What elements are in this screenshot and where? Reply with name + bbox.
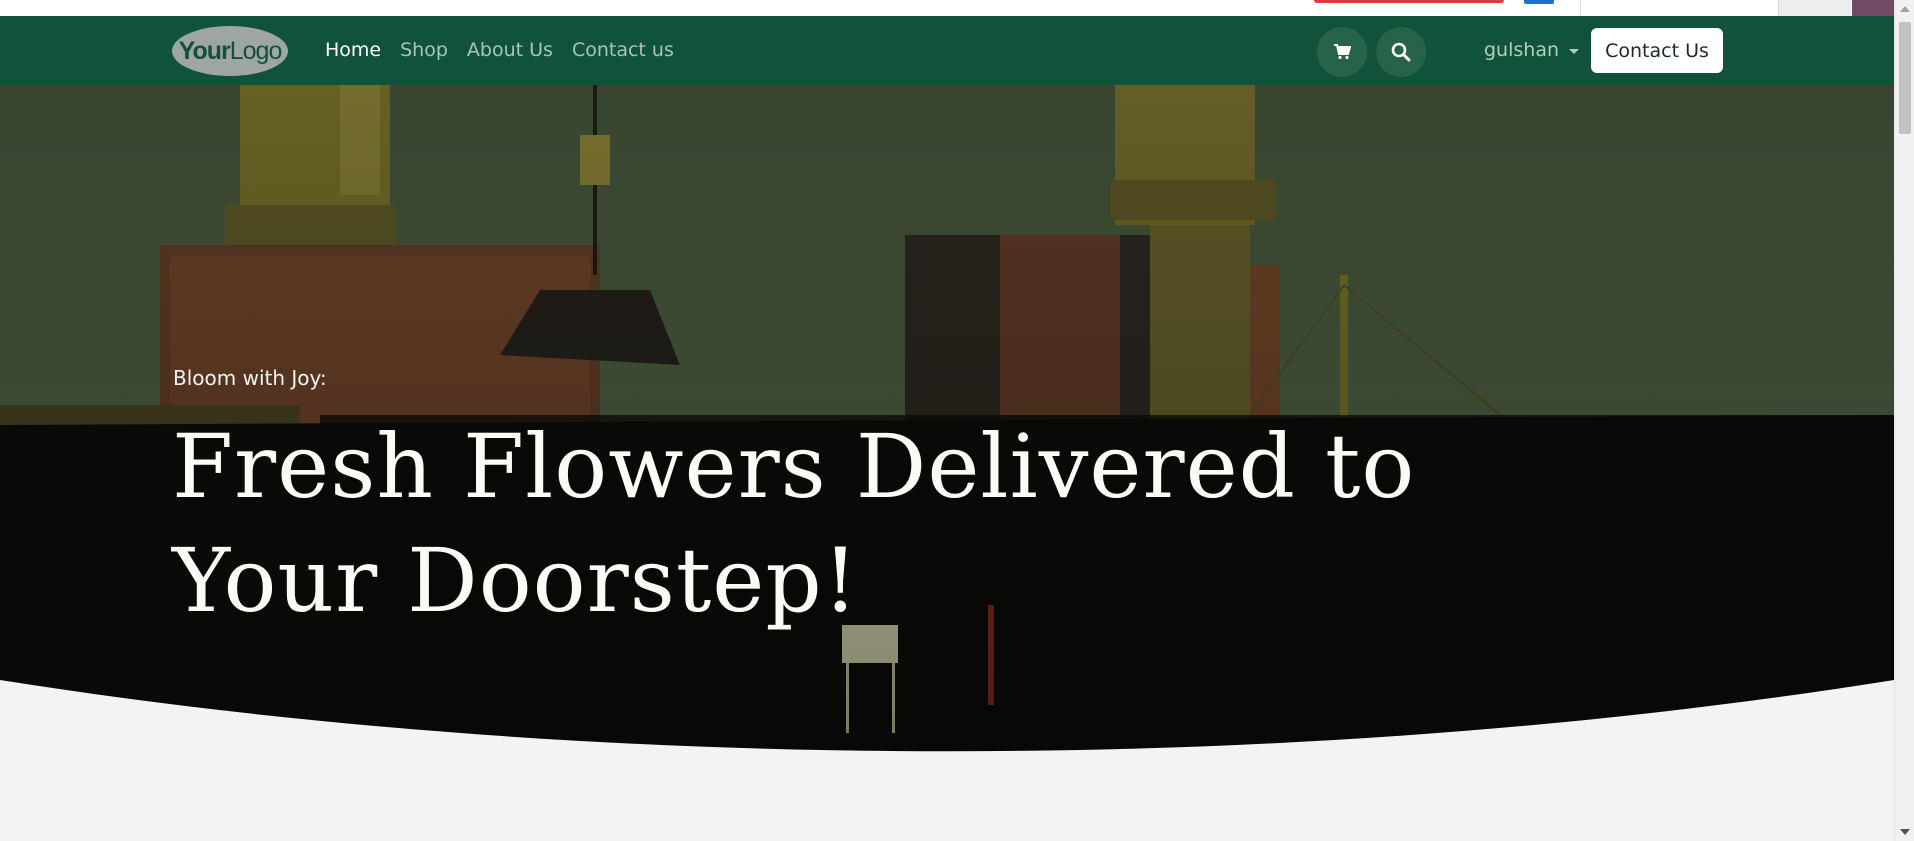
nav-link-contact-us[interactable]: Contact us (572, 38, 674, 62)
scrollbar-thumb[interactable] (1899, 22, 1911, 134)
hero-headline: Fresh Flowers Delivered to Your Doorstep… (172, 415, 1416, 632)
toolbar-blue-tab[interactable] (1524, 0, 1554, 4)
logo-text-light: Logo (229, 36, 283, 65)
logo-text-bold: Your (178, 36, 231, 65)
main-nav: Home Shop About Us Contact us (325, 38, 693, 62)
hero-banner: Bloom with Joy: Fresh Flowers Delivered … (0, 85, 1894, 765)
site-header: Your Logo Home Shop About Us Contact us g… (0, 16, 1894, 85)
cart-icon (1334, 44, 1351, 60)
search-icon (1391, 42, 1411, 62)
scroll-down-arrow-icon[interactable] (1900, 829, 1910, 835)
toolbar-grey-tab[interactable] (1779, 0, 1851, 16)
search-button[interactable] (1376, 27, 1426, 77)
toolbar-divider (1580, 0, 1581, 16)
toolbar-red-tab[interactable] (1314, 0, 1504, 3)
nav-link-about-us[interactable]: About Us (467, 38, 553, 62)
contact-us-button[interactable]: Contact Us (1591, 28, 1723, 73)
nav-link-shop[interactable]: Shop (400, 38, 448, 62)
user-name: gulshan (1484, 39, 1560, 61)
site-logo[interactable]: Your Logo (172, 26, 288, 76)
cart-button[interactable] (1317, 27, 1367, 77)
user-menu[interactable]: gulshan (1484, 38, 1580, 62)
toolbar-user-avatar[interactable] (1852, 0, 1894, 16)
chevron-down-icon (1569, 48, 1580, 54)
hero-eyebrow: Bloom with Joy: (173, 366, 327, 390)
admin-toolbar (0, 0, 1894, 17)
scroll-up-arrow-icon[interactable] (1900, 6, 1910, 12)
nav-link-home[interactable]: Home (325, 38, 381, 62)
page-scrollbar[interactable] (1894, 0, 1914, 841)
